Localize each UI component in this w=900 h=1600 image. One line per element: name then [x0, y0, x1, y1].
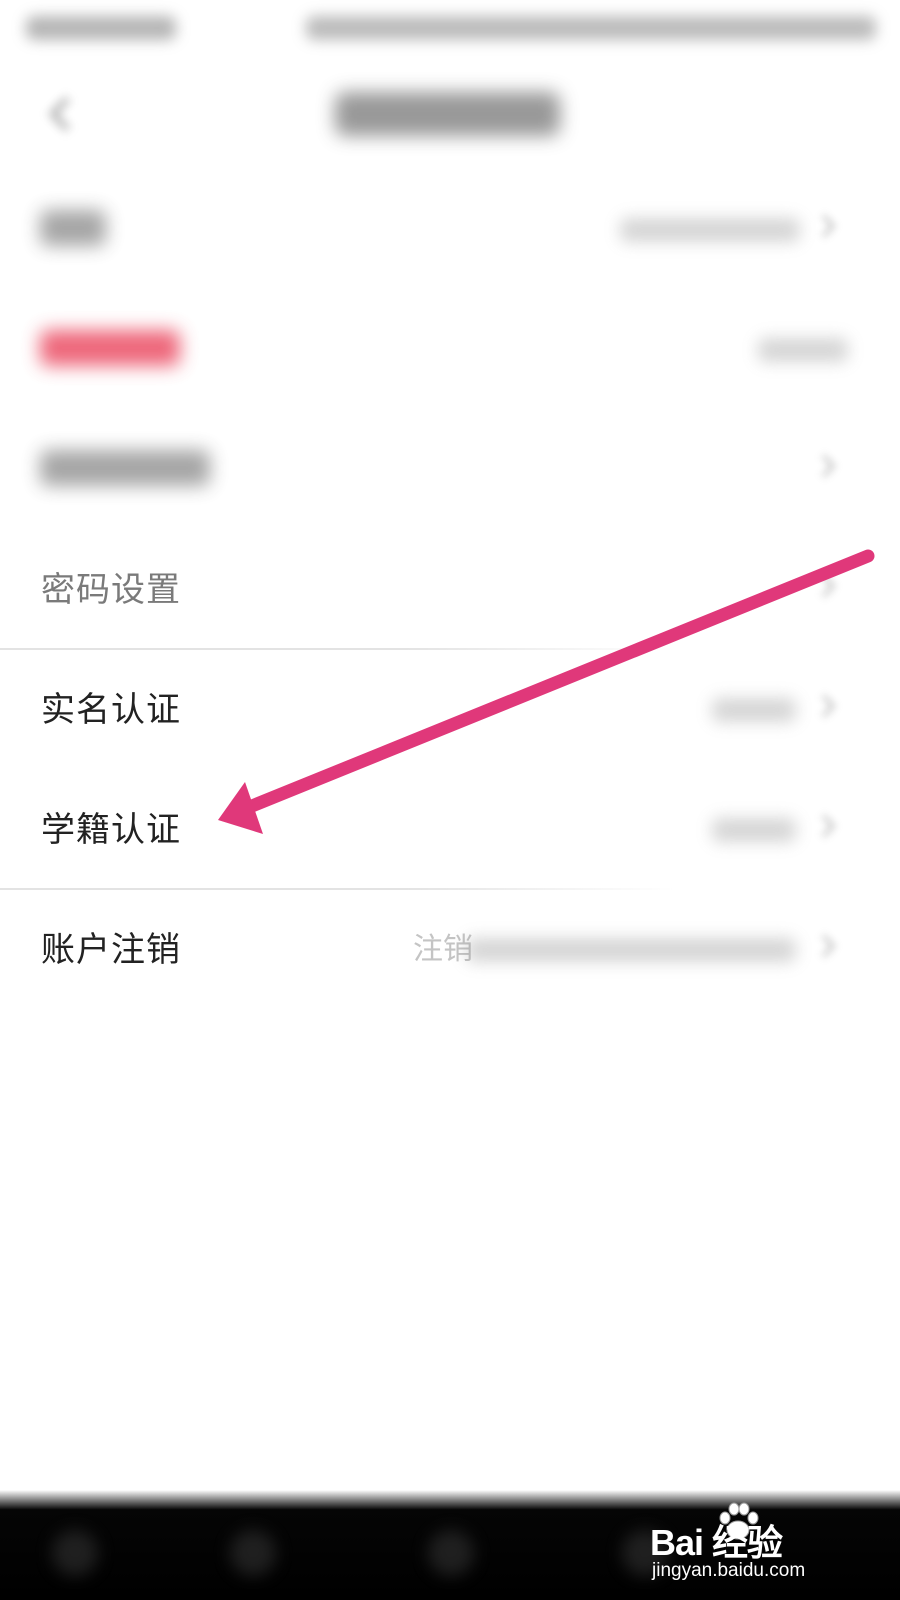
nav-back-button[interactable] [230, 1530, 276, 1576]
status-bar [0, 0, 900, 60]
status-icons-blurred [306, 16, 876, 40]
row-label-password: 密码设置 [41, 570, 181, 610]
chevron-left-icon [49, 97, 83, 131]
watermark-brand: Bai 经验 [650, 1522, 783, 1563]
row-label-blurred [40, 210, 106, 246]
row-value-cancel: 注销 [413, 932, 473, 967]
back-button[interactable] [40, 90, 90, 140]
header [0, 60, 900, 170]
chevron-right-icon [812, 934, 836, 958]
nav-home-button[interactable] [428, 1530, 474, 1576]
row-label-blurred [40, 450, 210, 486]
row-value-blurred [758, 338, 848, 362]
row-label-student: 学籍认证 [41, 810, 181, 850]
chevron-right-icon [812, 454, 836, 478]
row-label-real-name: 实名认证 [41, 690, 181, 730]
row-label-cancel: 账户注销 [41, 930, 181, 970]
row-label-blurred-red [40, 330, 180, 366]
settings-list: 密码设置 实名认证 学籍认证 账户注销 注销 [0, 170, 900, 1010]
settings-row-student[interactable]: 学籍认证 [0, 770, 900, 890]
nav-menu-button[interactable] [52, 1530, 98, 1576]
settings-row-blurred-1[interactable] [0, 170, 900, 290]
baidu-watermark: Bai 经验 jingyan.baidu.com [650, 1500, 850, 1590]
settings-row-real-name[interactable]: 实名认证 [0, 650, 900, 770]
settings-row-blurred-3[interactable] [0, 410, 900, 530]
settings-row-cancel[interactable]: 账户注销 注销 [0, 890, 900, 1010]
chevron-right-icon [812, 574, 836, 598]
row-value-blurred [620, 218, 800, 242]
chevron-right-icon [812, 694, 836, 718]
row-value-blurred [712, 698, 796, 722]
settings-row-password[interactable]: 密码设置 [0, 530, 900, 650]
row-value-blurred [712, 818, 796, 842]
chevron-right-icon [812, 814, 836, 838]
page-title-blurred [335, 92, 560, 136]
watermark-url: jingyan.baidu.com [652, 1560, 806, 1581]
row-value-blurred [466, 938, 796, 962]
status-carrier-blurred [26, 16, 176, 40]
settings-row-blurred-2[interactable] [0, 290, 900, 410]
chevron-right-icon [812, 214, 836, 238]
